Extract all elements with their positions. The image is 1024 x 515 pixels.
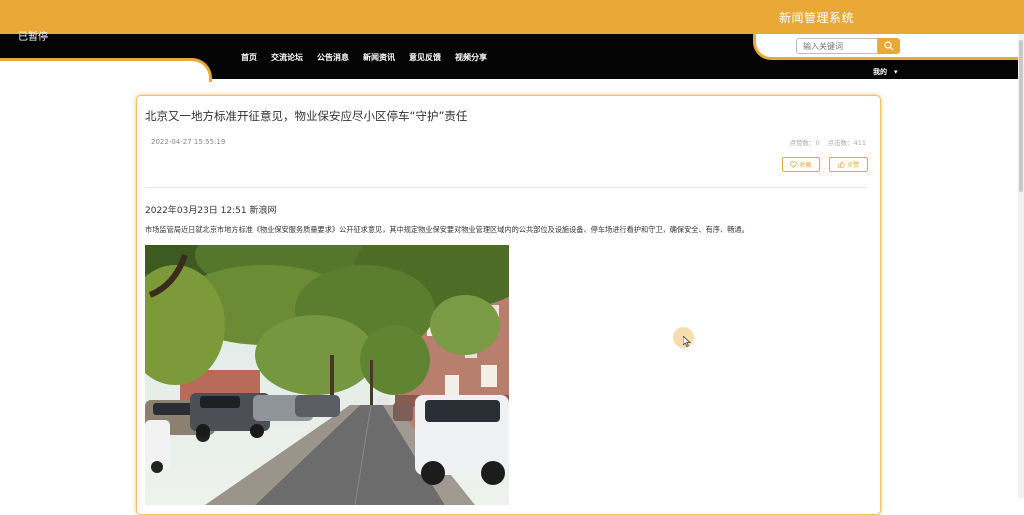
- article-source-line: 2022年03月23日 12:51 新浪网: [145, 206, 277, 216]
- nav-item-forum[interactable]: 交流论坛: [271, 52, 303, 63]
- article-stats: 点赞数：0 点击数：411: [789, 137, 866, 147]
- article-datetime: 2022-04-27 15:55:19: [151, 138, 226, 146]
- divider: [145, 187, 867, 188]
- nav-item-feedback[interactable]: 意见反馈: [409, 52, 441, 63]
- collect-button[interactable]: 收藏: [782, 157, 820, 172]
- article-photo: [145, 245, 509, 505]
- article-card: 北京又一地方标准开征意见，物业保安应尽小区停车“守护”责任 2022-04-27…: [136, 95, 881, 515]
- nav-item-news[interactable]: 新闻资讯: [363, 52, 395, 63]
- mouse-cursor-icon: [683, 336, 691, 347]
- search-input[interactable]: [796, 38, 878, 54]
- paused-label: 已暂停: [18, 32, 48, 43]
- click-count: 点击数：411: [827, 139, 866, 147]
- collect-label: 收藏: [799, 162, 812, 169]
- search-icon: [884, 41, 894, 51]
- top-bar: 新闻管理系统: [0, 0, 1024, 34]
- system-title: 新闻管理系统: [779, 11, 855, 25]
- article-paragraph: 市场监管局近日就北京市地方标准《物业保安服务质量要求》公开征求意见，其中规定物业…: [145, 225, 749, 234]
- user-menu[interactable]: 我的: [873, 67, 887, 77]
- thumbs-up-icon: [838, 161, 845, 168]
- nav-item-home[interactable]: 首页: [241, 52, 257, 63]
- main-nav: 首页 交流论坛 公告消息 新闻资讯 意见反馈 视频分享: [241, 52, 487, 63]
- nav-item-announcements[interactable]: 公告消息: [317, 52, 349, 63]
- nav-item-videos[interactable]: 视频分享: [455, 52, 487, 63]
- chevron-down-icon[interactable]: ▾: [894, 68, 898, 76]
- left-decor-shape: [0, 58, 212, 82]
- heart-icon: [790, 161, 798, 168]
- search-button[interactable]: [878, 38, 900, 54]
- scrollbar-thumb[interactable]: [1019, 40, 1023, 192]
- like-label: 点赞: [846, 162, 859, 169]
- like-button[interactable]: 点赞: [829, 157, 868, 172]
- like-count: 点赞数：0: [789, 139, 820, 147]
- article-title: 北京又一地方标准开征意见，物业保安应尽小区停车“守护”责任: [145, 109, 468, 123]
